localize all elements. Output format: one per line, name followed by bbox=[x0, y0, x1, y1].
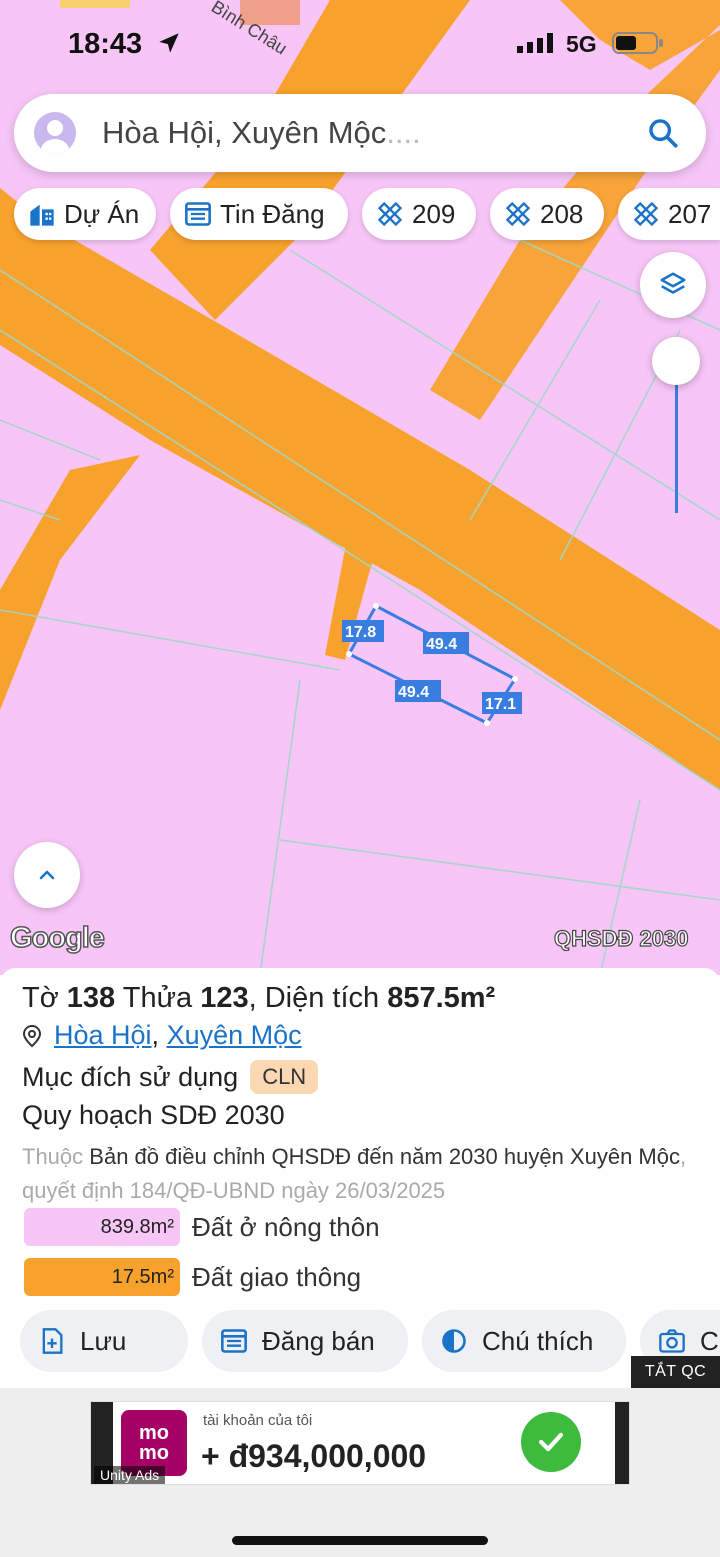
parcel-info-panel: Tờ 138 Thửa 123, Diện tích 857.5m² Hòa H… bbox=[0, 968, 720, 1388]
network-type: 5G bbox=[566, 31, 597, 57]
listing-icon bbox=[185, 202, 211, 226]
search-icon[interactable] bbox=[646, 116, 680, 150]
ad-caption: tài khoản của tôi bbox=[203, 1412, 313, 1429]
legend-label: Đất giao thông bbox=[192, 1261, 362, 1292]
ruler-icon bbox=[505, 201, 531, 227]
building-icon bbox=[30, 204, 54, 226]
ad-edge bbox=[615, 1402, 629, 1484]
location-arrow-icon bbox=[159, 33, 179, 53]
map-view[interactable]: Bình Châu 17.8 49.4 49.4 17.1 18:43 5G H… bbox=[0, 0, 720, 975]
ad-network-label: Unity Ads bbox=[94, 1466, 166, 1484]
post-for-sale-button[interactable]: Đăng bán bbox=[202, 1310, 408, 1372]
legend-icon bbox=[442, 1329, 466, 1353]
battery-icon bbox=[612, 32, 663, 54]
home-indicator[interactable] bbox=[232, 1536, 488, 1545]
ad-off-button[interactable]: TẮT QC bbox=[631, 1356, 720, 1388]
parcel-vertex[interactable] bbox=[346, 651, 352, 657]
parcel-vertex[interactable] bbox=[373, 603, 379, 609]
edge-label: 17.1 bbox=[485, 696, 516, 713]
chip-208[interactable]: 208 bbox=[490, 188, 604, 240]
ad-banner[interactable]: mo mo tài khoản của tôi + đ934,000,000 bbox=[90, 1401, 630, 1485]
chip-209[interactable]: 209 bbox=[362, 188, 476, 240]
chevron-up-icon bbox=[39, 870, 55, 880]
edge-label: 17.8 bbox=[345, 624, 376, 641]
avatar[interactable] bbox=[34, 112, 76, 154]
legend-row-residential: 839.8m² Đất ở nông thôn bbox=[24, 1208, 380, 1246]
road-west bbox=[0, 455, 140, 710]
opacity-slider-thumb[interactable] bbox=[652, 337, 700, 385]
save-icon bbox=[42, 1328, 63, 1354]
legend-label: Đất ở nông thôn bbox=[192, 1211, 380, 1242]
user-icon bbox=[41, 120, 69, 154]
legend-swatch: 17.5m² bbox=[24, 1258, 180, 1296]
chip-label: Tin Đăng bbox=[220, 198, 325, 229]
ad-amount: + đ934,000,000 bbox=[201, 1438, 427, 1474]
chip-du-an[interactable]: Dự Án bbox=[14, 188, 156, 240]
chip-label: 209 bbox=[412, 198, 456, 229]
camera-icon bbox=[659, 1329, 685, 1353]
chip-label: 207 bbox=[668, 198, 712, 229]
parcel-vertex[interactable] bbox=[484, 720, 490, 726]
ruler-icon bbox=[633, 201, 659, 227]
map-pin-icon bbox=[22, 1024, 42, 1047]
chip-label: 208 bbox=[540, 198, 584, 229]
layers-icon bbox=[660, 272, 686, 294]
search-input[interactable]: Hòa Hội, Xuyên Mộc.... bbox=[102, 115, 421, 151]
save-button[interactable]: Lưu bbox=[20, 1310, 188, 1372]
opacity-slider-track[interactable] bbox=[675, 368, 678, 513]
parcel-title: Tờ 138 Thửa 123, Diện tích 857.5m² bbox=[22, 982, 496, 1014]
ruler-icon bbox=[377, 201, 403, 227]
clock: 18:43 bbox=[68, 28, 143, 60]
parcel-location: Hòa Hội, Xuyên Mộc bbox=[22, 1020, 302, 1051]
purpose-badge: CLN bbox=[250, 1060, 319, 1094]
chip-tin-dang[interactable]: Tin Đăng bbox=[170, 188, 348, 240]
legend-button[interactable]: Chú thích bbox=[422, 1310, 626, 1372]
land-purpose: Mục đích sử dụng CLN bbox=[22, 1060, 319, 1094]
search-bar[interactable]: Hòa Hội, Xuyên Mộc.... bbox=[14, 94, 706, 172]
ward-link[interactable]: Hòa Hội bbox=[54, 1020, 152, 1051]
edge-label: 49.4 bbox=[426, 636, 457, 653]
parcel-vertex[interactable] bbox=[512, 676, 518, 682]
google-logo: Google bbox=[9, 921, 105, 955]
status-bar: 18:43 5G bbox=[0, 0, 720, 88]
edge-label: 49.4 bbox=[398, 684, 429, 701]
legend-swatch: 839.8m² bbox=[24, 1208, 180, 1246]
layers-button[interactable] bbox=[640, 252, 706, 318]
chip-207[interactable]: 207 bbox=[618, 188, 720, 240]
plan-description: Thuộc Bản đồ điều chỉnh QHSDĐ đến năm 20… bbox=[22, 1144, 687, 1203]
expand-up-button[interactable] bbox=[14, 842, 80, 908]
signal-icon bbox=[517, 33, 553, 53]
plan-title: Quy hoạch SDĐ 2030 bbox=[22, 1100, 285, 1130]
check-icon bbox=[521, 1412, 581, 1472]
legend-row-traffic: 17.5m² Đất giao thông bbox=[24, 1258, 361, 1296]
chip-label: Dự Án bbox=[64, 198, 140, 229]
post-icon bbox=[221, 1329, 247, 1353]
district-link[interactable]: Xuyên Mộc bbox=[167, 1020, 302, 1051]
map-layer-label: QHSDĐ 2030 bbox=[553, 925, 689, 951]
